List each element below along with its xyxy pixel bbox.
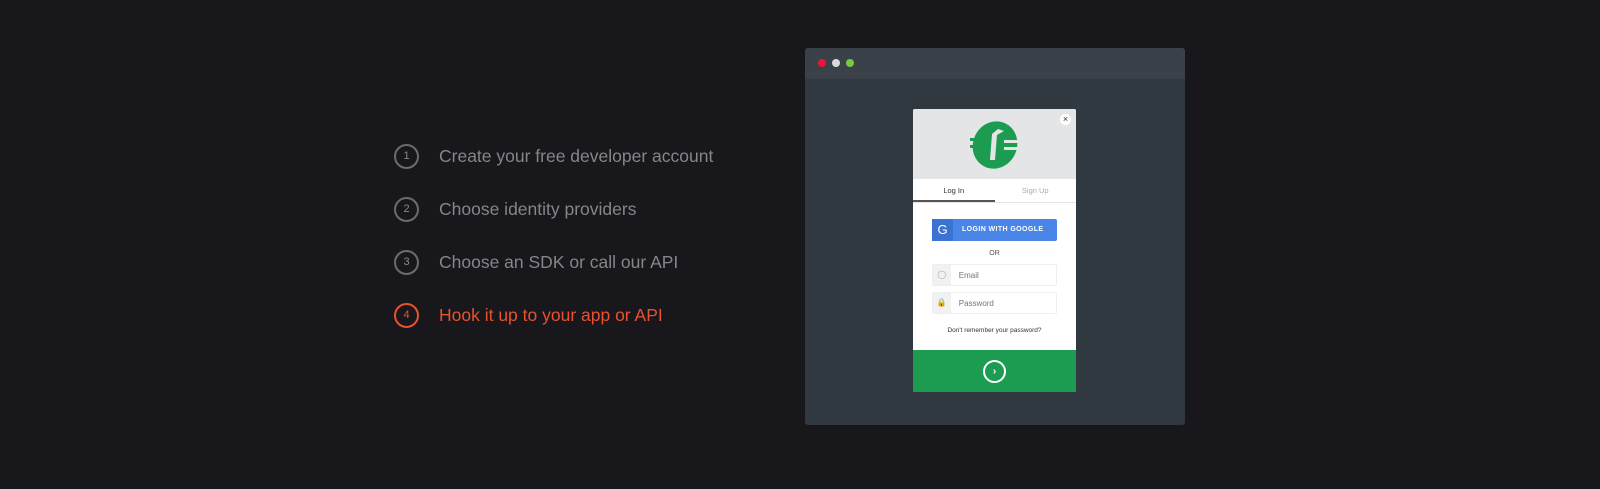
close-window-dot[interactable] [818,59,826,67]
step-number: 1 [394,143,419,169]
auth-tabs: Log In Sign Up [913,179,1076,203]
step-2: 2 Choose identity providers [394,196,636,222]
brand-logo-icon [970,121,1018,169]
step-label: Choose an SDK or call our API [439,251,679,272]
lock-icon: 🔒 [933,293,951,313]
password-field: 🔒 [932,292,1057,314]
password-input[interactable] [950,293,1056,313]
google-button-label: LOGIN WITH GOOGLE [962,226,1044,233]
tab-sign-up[interactable]: Sign Up [995,179,1077,202]
user-icon: ◯ [933,265,951,285]
step-number: 2 [394,196,419,222]
submit-bar[interactable]: › [913,350,1076,392]
step-number: 3 [394,249,419,275]
minimize-window-dot[interactable] [832,59,840,67]
step-number: 4 [394,302,419,328]
step-1: 1 Create your free developer account [394,143,713,169]
forgot-password-link[interactable]: Don't remember your password? [913,327,1076,334]
step-3: 3 Choose an SDK or call our API [394,249,678,275]
step-label: Create your free developer account [439,145,714,166]
or-divider: OR [989,250,1000,257]
google-icon: G [932,219,953,241]
modal-header: × [913,109,1076,179]
window-titlebar [805,48,1185,79]
step-label: Hook it up to your app or API [439,304,663,325]
browser-window: × Log In Sign Up G LOGIN WITH GOOGLE OR … [805,48,1185,425]
step-4: 4 Hook it up to your app or API [394,302,663,328]
login-modal: × Log In Sign Up G LOGIN WITH GOOGLE OR … [913,109,1076,392]
step-label: Choose identity providers [439,198,637,219]
submit-arrow-icon[interactable]: › [983,359,1006,383]
close-button[interactable]: × [1060,114,1071,125]
email-field: ◯ [932,264,1057,286]
tab-log-in[interactable]: Log In [913,179,995,202]
email-input[interactable] [950,265,1056,285]
login-with-google-button[interactable]: G LOGIN WITH GOOGLE [932,219,1057,241]
maximize-window-dot[interactable] [846,59,854,67]
